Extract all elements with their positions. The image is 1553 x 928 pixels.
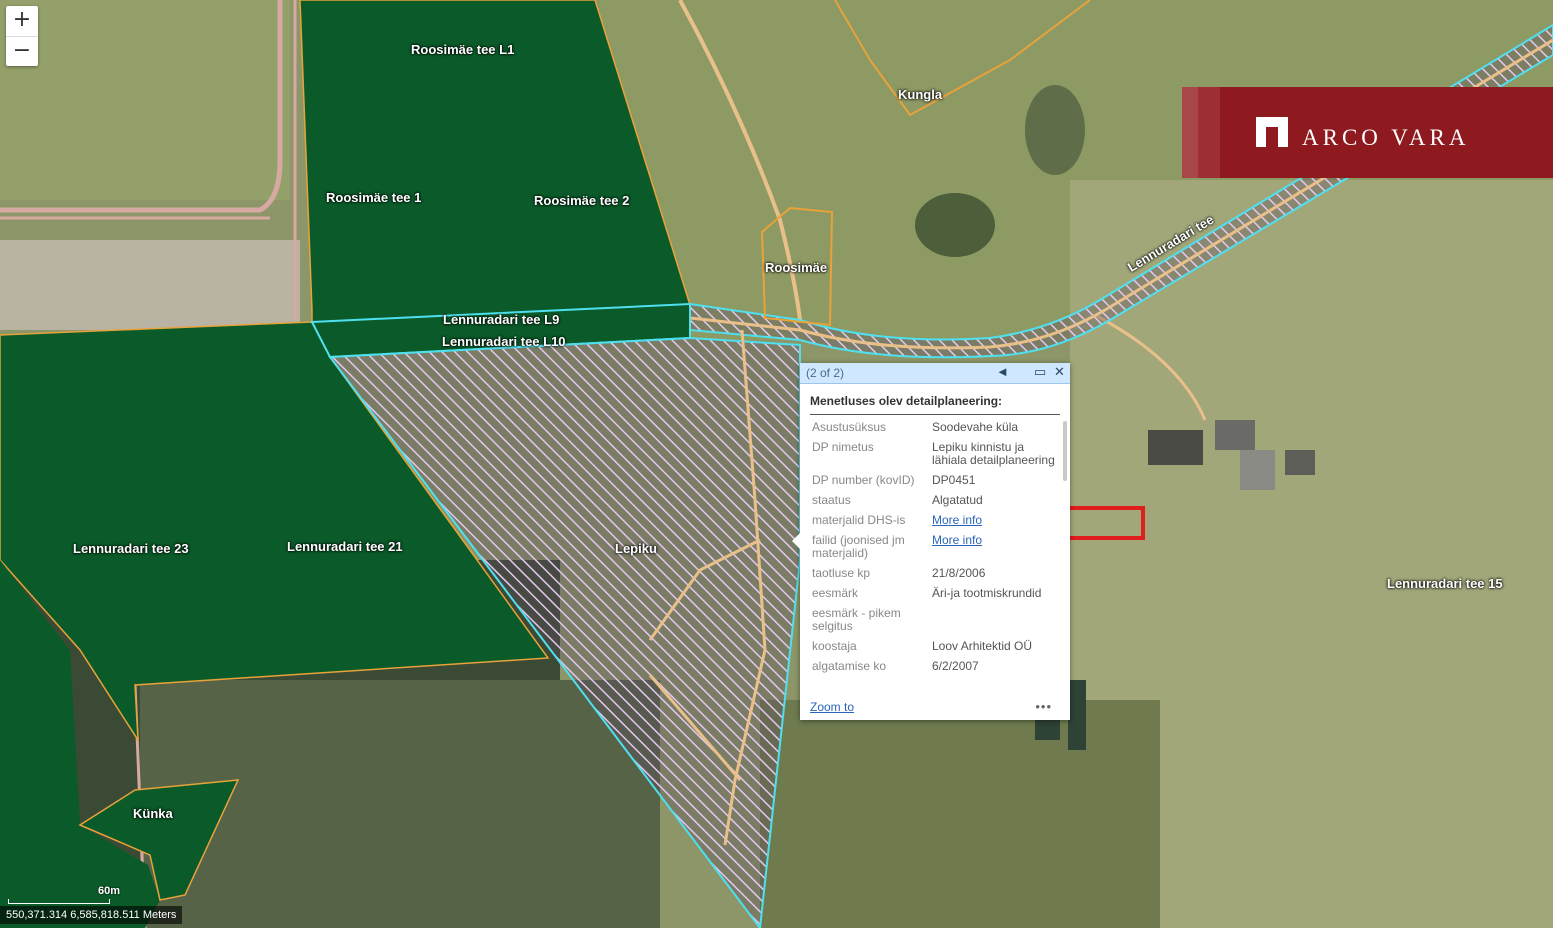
attribute-table: Asustusüksus Soodevahe küla DP nimetus Lepi… (810, 421, 1060, 691)
attribute-row: eesmärk - pikem selgitus (810, 607, 1060, 633)
attribute-value: Äri-ja tootmiskrundid (932, 586, 1042, 600)
pond-1 (1068, 680, 1086, 750)
close-icon[interactable]: ✕ (1054, 364, 1065, 380)
previous-feature-icon[interactable]: ◄ (996, 364, 1009, 379)
farm-building-2 (1215, 420, 1255, 450)
attribute-row: algatamise ko 6/2/2007 (810, 660, 1060, 673)
attribute-key: DP nimetus (812, 440, 874, 454)
zoom-out-button[interactable]: − (6, 37, 38, 67)
scale-bar: 60m (8, 885, 128, 905)
attribute-row: eesmärk Äri-ja tootmiskrundid (810, 587, 1060, 600)
logo-band-light (1182, 87, 1198, 178)
attribute-value: 21/8/2006 (932, 566, 986, 580)
farm-building-3 (1240, 450, 1275, 490)
attribute-key: DP number (kovID) (812, 473, 915, 487)
attribute-value: Soodevahe küla (932, 421, 1019, 434)
attribute-key: eesmärk (812, 586, 859, 600)
tree-clump (915, 193, 995, 257)
attribute-key: algatamise ko (812, 659, 887, 673)
farm-building-4 (1285, 450, 1315, 475)
zoom-to-link[interactable]: Zoom to (810, 700, 854, 714)
popup-title: Menetluses olev detailplaneering: (810, 394, 1060, 415)
attribute-row: DP number (kovID) DP0451 (810, 474, 1060, 487)
wet-patch (1025, 85, 1085, 175)
logo-text: ARCO VARA (1302, 125, 1470, 150)
attribute-value: Loov Arhitektid OÜ (932, 639, 1033, 653)
attribute-row: materjalid DHS-is More info (810, 514, 1060, 527)
attribute-value: Algatatud (932, 493, 983, 507)
arco-vara-mark-icon (1256, 117, 1288, 147)
farm-building-1 (1148, 430, 1203, 465)
attribute-row: failid (joonised jm materjalid) More info (810, 534, 1060, 560)
popup-header: (2 of 2) ◄ ▭ ✕ (800, 363, 1070, 384)
attribute-row: DP nimetus Lepiku kinnistu ja lähiala det… (810, 441, 1060, 467)
field-northwest (0, 0, 290, 200)
coordinate-readout: 550,371.314 6,585,818.511 Meters (0, 906, 183, 924)
attribute-value: Lepiku kinnistu ja lähiala detailplaneer… (932, 440, 1055, 467)
zoom-in-button[interactable]: + (6, 6, 38, 37)
attribute-key: koostaja (812, 639, 857, 653)
feature-popup: (2 of 2) ◄ ▭ ✕ Menetluses olev detailpla… (792, 363, 1070, 720)
attribute-key: staatus (812, 493, 851, 507)
attribute-value: 6/2/2007 (932, 659, 979, 673)
more-info-link[interactable]: More info (932, 534, 1058, 560)
attribute-key: eesmärk - pikem selgitus (812, 606, 901, 633)
field-south (760, 700, 1160, 928)
scale-bar-line (8, 899, 110, 904)
more-actions-icon[interactable]: ••• (1035, 699, 1052, 714)
maximize-icon[interactable]: ▭ (1034, 364, 1046, 380)
attribute-value (932, 607, 1058, 633)
attribute-key: failid (joonised jm materjalid) (812, 533, 905, 560)
arco-vara-logo: ARCO VARA (1182, 87, 1553, 178)
attribute-key: materjalid DHS-is (812, 513, 906, 527)
attribute-row: Asustusüksus Soodevahe küla (810, 421, 1060, 434)
quarry-area (0, 240, 300, 330)
scale-bar-label: 60m (98, 885, 121, 897)
attribute-row: staatus Algatatud (810, 494, 1060, 507)
attribute-value: DP0451 (932, 473, 976, 487)
attribute-row: koostaja Loov Arhitektid OÜ (810, 640, 1060, 653)
popup-count: (2 of 2) (806, 366, 845, 380)
logo-band-mid (1198, 87, 1220, 178)
attribute-row: taotluse kp 21/8/2006 (810, 567, 1060, 580)
popup-pointer (792, 533, 800, 549)
popup-scrollbar[interactable] (1063, 421, 1067, 481)
zoom-control: + − (6, 6, 38, 66)
attribute-key: Asustusüksus (812, 421, 887, 434)
attribute-key: taotluse kp (812, 566, 871, 580)
more-info-link[interactable]: More info (932, 514, 1058, 527)
